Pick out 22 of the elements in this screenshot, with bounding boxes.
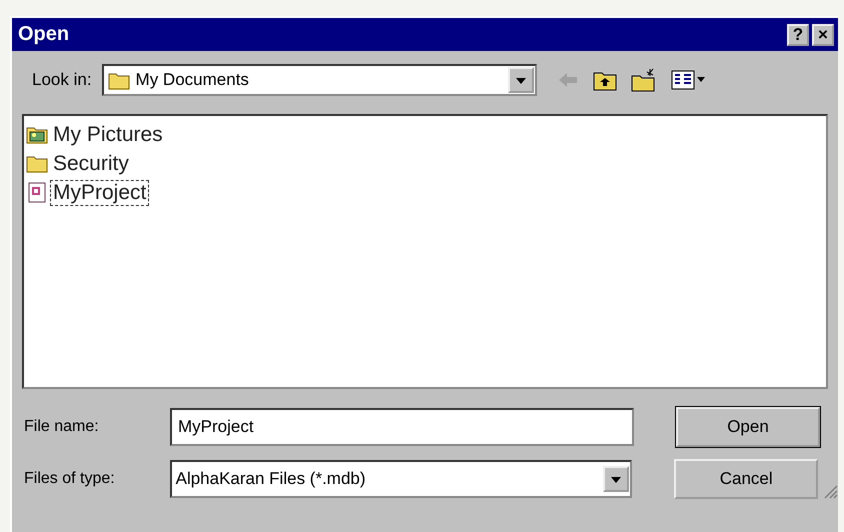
file-item[interactable]: MyProject <box>50 180 150 206</box>
database-file-icon <box>26 182 48 203</box>
file-name-field[interactable]: MyProject <box>170 408 634 446</box>
file-name-label: File name: <box>24 418 100 436</box>
look-in-label: Look in: <box>32 70 92 90</box>
window-title: Open <box>18 23 70 46</box>
file-type-value: AlphaKaran Files (*.mdb) <box>176 469 366 489</box>
close-button[interactable]: × <box>812 24 834 46</box>
open-button[interactable]: Open <box>676 407 820 447</box>
view-menu-icon[interactable] <box>670 69 707 91</box>
dropdown-button[interactable] <box>603 466 630 492</box>
file-item[interactable]: Security <box>50 150 132 176</box>
file-item[interactable]: My Pictures <box>50 122 166 148</box>
resize-grip-icon[interactable] <box>822 483 838 499</box>
look-in-dropdown[interactable]: My Documents <box>102 64 537 96</box>
file-type-label: Files of type: <box>24 470 116 488</box>
file-type-dropdown[interactable]: AlphaKaran Files (*.mdb) <box>170 460 632 498</box>
new-folder-icon[interactable] <box>630 68 657 92</box>
help-button[interactable]: ? <box>787 24 809 46</box>
cancel-button[interactable]: Cancel <box>674 459 818 499</box>
dropdown-button[interactable] <box>508 67 534 93</box>
look-in-value: My Documents <box>136 70 249 90</box>
